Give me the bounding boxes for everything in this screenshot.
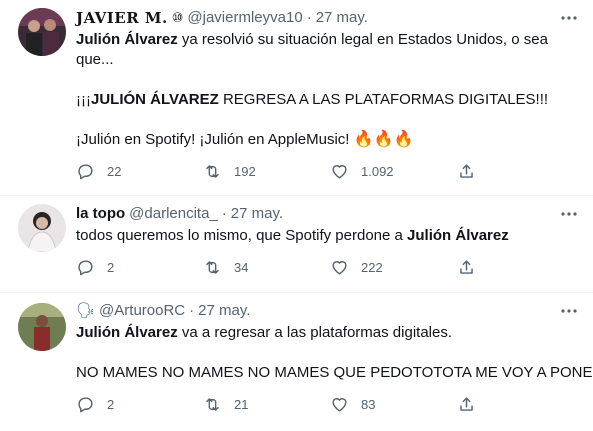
- tweet-line: ¡¡¡JULIÓN ÁLVAREZ REGRESA A LAS PLATAFOR…: [76, 90, 579, 110]
- more-options-icon[interactable]: [559, 204, 579, 224]
- share-button[interactable]: [457, 162, 476, 181]
- avatar[interactable]: [18, 8, 66, 56]
- tweet-line: NO MAMES NO MAMES NO MAMES QUE PEDOTOTOT…: [76, 363, 593, 383]
- retweet-icon: [206, 164, 219, 178]
- separator-dot: ·: [221, 205, 227, 222]
- tweet[interactable]: la topo @darlencita_ · 27 may. todos que…: [0, 196, 593, 293]
- retweet-button[interactable]: 192: [203, 162, 330, 181]
- share-icon: [460, 163, 473, 178]
- retweet-button[interactable]: 34: [203, 258, 330, 277]
- avatar[interactable]: [18, 303, 66, 351]
- handle[interactable]: @darlencita_: [129, 204, 218, 224]
- text-segment: ¡¡¡: [76, 91, 91, 108]
- tweet-line: que...: [76, 50, 579, 70]
- like-count: 222: [361, 259, 383, 275]
- reply-icon: [78, 163, 93, 179]
- fire-emoji: 🔥🔥🔥: [353, 131, 414, 148]
- more-options-icon[interactable]: [559, 301, 579, 321]
- heart-icon: [332, 260, 347, 275]
- text-segment: que...: [76, 51, 114, 68]
- display-name[interactable]: JAVIER M.: [76, 8, 168, 28]
- display-name[interactable]: la topo: [76, 204, 125, 224]
- reply-icon: [78, 396, 93, 412]
- reply-count: 2: [107, 396, 115, 412]
- text-segment: NO MAMES NO MAMES NO MAMES QUE PEDOTOTOT…: [76, 364, 593, 381]
- tweet-text: Julión Álvarez ya resolvió su situación …: [76, 30, 579, 150]
- retweet-button[interactable]: 21: [203, 395, 330, 414]
- text-segment: ya resolvió su situación legal en Estado…: [177, 31, 548, 48]
- reply-icon: [78, 259, 93, 275]
- retweet-count: 192: [234, 163, 256, 179]
- reply-button[interactable]: 22: [76, 162, 203, 181]
- handle[interactable]: @javiermleyva10: [187, 8, 302, 28]
- display-name[interactable]: 🗣: [76, 301, 95, 321]
- bold-text: Julión Álvarez: [76, 31, 178, 48]
- bold-text: Julión Álvarez: [76, 324, 178, 341]
- tweet[interactable]: JAVIER M. ⑩ @javiermleyva10 · 27 may. Ju…: [0, 0, 593, 196]
- share-icon: [460, 259, 473, 274]
- heart-icon: [332, 397, 347, 412]
- like-count: 1.092: [361, 163, 394, 179]
- separator-dot: ·: [189, 302, 195, 319]
- retweet-count: 34: [234, 259, 249, 275]
- like-count: 83: [361, 396, 376, 412]
- tweet-date[interactable]: 27 may.: [316, 8, 368, 28]
- text-segment: va a regresar a las plataformas digitale…: [177, 324, 453, 341]
- tweet-actions: 22 192 1.092: [76, 154, 579, 188]
- text-segment: REGRESA A LAS PLATAFORMAS DIGITALES!!!: [218, 91, 549, 108]
- tweet-actions: 2 21 83: [76, 387, 579, 421]
- reply-button[interactable]: 2: [76, 258, 203, 277]
- tweet-text: Julión Álvarez va a regresar a las plata…: [76, 323, 593, 383]
- retweet-icon: [206, 397, 219, 411]
- text-segment: todos queremos lo mismo, que Spotify per…: [76, 227, 408, 244]
- bold-text: JULIÓN ÁLVAREZ: [91, 91, 219, 108]
- reply-button[interactable]: 2: [76, 395, 203, 414]
- tweet-actions: 2 34 222: [76, 250, 579, 284]
- tweet-header: 🗣 @ArturooRC · 27 may.: [76, 301, 579, 321]
- avatar[interactable]: [18, 204, 66, 252]
- like-button[interactable]: 1.092: [330, 162, 457, 181]
- tweet[interactable]: 🗣 @ArturooRC · 27 may. Julión Álvarez va…: [0, 293, 593, 431]
- tweet-line: Julión Álvarez ya resolvió su situación …: [76, 30, 579, 50]
- tweet-header: la topo @darlencita_ · 27 may.: [76, 204, 579, 224]
- reply-count: 2: [107, 259, 115, 275]
- text-segment: ¡Julión en Spotify! ¡Julión en AppleMusi…: [76, 131, 354, 148]
- tweet-line: Julión Álvarez va a regresar a las plata…: [76, 323, 579, 343]
- heart-icon: [332, 164, 347, 179]
- handle[interactable]: @ArturooRC: [99, 301, 185, 321]
- retweet-count: 21: [234, 396, 249, 412]
- more-options-icon[interactable]: [559, 8, 579, 28]
- tweet-date[interactable]: 27 may.: [231, 204, 283, 224]
- badge-icon: ⑩: [171, 10, 184, 25]
- share-button[interactable]: [457, 258, 476, 277]
- bold-text: Julión Álvarez: [407, 227, 509, 244]
- tweet-line: todos queremos lo mismo, que Spotify per…: [76, 226, 579, 246]
- reply-count: 22: [107, 163, 122, 179]
- tweet-line: ¡Julión en Spotify! ¡Julión en AppleMusi…: [76, 130, 579, 150]
- like-button[interactable]: 222: [330, 258, 457, 277]
- tweet-date[interactable]: 27 may.: [198, 301, 250, 321]
- share-icon: [460, 396, 473, 411]
- tweet-header: JAVIER M. ⑩ @javiermleyva10 · 27 may.: [76, 8, 579, 28]
- like-button[interactable]: 83: [330, 395, 457, 414]
- tweet-text: todos queremos lo mismo, que Spotify per…: [76, 226, 579, 246]
- separator-dot: ·: [306, 9, 312, 26]
- retweet-icon: [206, 260, 219, 274]
- share-button[interactable]: [457, 395, 476, 414]
